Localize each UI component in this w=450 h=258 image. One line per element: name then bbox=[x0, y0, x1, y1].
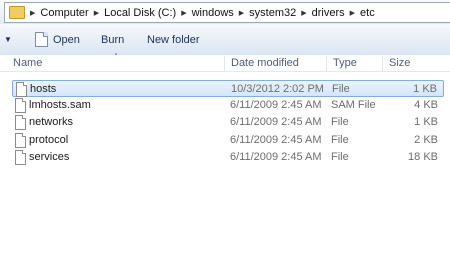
column-header-name[interactable]: Name bbox=[13, 55, 42, 71]
breadcrumb-label[interactable]: system32 bbox=[249, 7, 296, 19]
breadcrumb-label[interactable]: windows bbox=[192, 7, 234, 19]
file-row-hosts[interactable]: hosts 10/3/2012 2:02 PM File 1 KB bbox=[12, 80, 444, 97]
file-date-modified: 6/11/2009 2:45 AM bbox=[230, 116, 322, 128]
breadcrumb-etc[interactable]: etc bbox=[360, 7, 375, 19]
column-divider[interactable] bbox=[224, 56, 225, 71]
file-size: 1 KB bbox=[413, 83, 437, 95]
file-date-modified: 6/11/2009 2:45 AM bbox=[230, 99, 322, 111]
file-name: lmhosts.sam bbox=[29, 99, 91, 111]
file-row-protocol[interactable]: protocol 6/11/2009 2:45 AM File 2 KB bbox=[12, 132, 444, 149]
breadcrumb-system32[interactable]: system32 ▶ bbox=[249, 7, 311, 19]
file-date-modified: 10/3/2012 2:02 PM bbox=[231, 83, 324, 95]
breadcrumb-label[interactable]: Local Disk (C:) bbox=[104, 7, 176, 19]
breadcrumb-label[interactable]: drivers bbox=[312, 7, 345, 19]
new-folder-label: New folder bbox=[147, 33, 200, 46]
address-bar-area: ▶ Computer ▶ Local Disk (C:) ▶ windows ▶… bbox=[0, 0, 450, 25]
file-size: 4 KB bbox=[414, 99, 438, 111]
burn-label: Burn bbox=[101, 33, 125, 46]
chevron-right-icon[interactable]: ▶ bbox=[239, 9, 244, 17]
burn-button[interactable]: Burn bbox=[101, 24, 124, 55]
file-type: File bbox=[332, 83, 350, 95]
open-button[interactable]: Open bbox=[35, 24, 80, 55]
file-icon bbox=[15, 150, 26, 165]
chevron-right-icon[interactable]: ▶ bbox=[301, 9, 306, 17]
column-header-type[interactable]: Type bbox=[333, 55, 357, 71]
file-icon bbox=[16, 82, 27, 97]
breadcrumb-drivers[interactable]: drivers ▶ bbox=[312, 7, 360, 19]
column-header-date[interactable]: Date modified bbox=[231, 55, 299, 71]
column-header-size[interactable]: Size bbox=[389, 55, 410, 71]
file-name: services bbox=[29, 151, 70, 163]
address-bar[interactable]: ▶ Computer ▶ Local Disk (C:) ▶ windows ▶… bbox=[4, 2, 450, 23]
chevron-down-icon: ▼ bbox=[4, 35, 12, 44]
file-row-lmhosts[interactable]: lmhosts.sam 6/11/2009 2:45 AM SAM File 4… bbox=[12, 97, 444, 114]
file-date-modified: 6/11/2009 2:45 AM bbox=[230, 151, 322, 163]
command-bar: ▼ Open Burn New folder bbox=[0, 24, 450, 56]
chevron-right-icon[interactable]: ▶ bbox=[181, 9, 186, 17]
file-name: networks bbox=[29, 116, 74, 128]
breadcrumb-windows[interactable]: windows ▶ bbox=[192, 7, 250, 19]
file-name: hosts bbox=[30, 83, 57, 95]
breadcrumb-label[interactable]: Computer bbox=[40, 7, 88, 19]
file-name: protocol bbox=[29, 134, 69, 146]
file-type: SAM File bbox=[331, 99, 376, 111]
column-divider[interactable] bbox=[326, 56, 327, 71]
chevron-right-icon[interactable]: ▶ bbox=[350, 9, 355, 17]
breadcrumb-local-disk[interactable]: Local Disk (C:) ▶ bbox=[104, 7, 192, 19]
breadcrumb-label[interactable]: etc bbox=[360, 7, 375, 19]
document-icon bbox=[35, 32, 48, 47]
file-type: File bbox=[331, 116, 349, 128]
file-row-networks[interactable]: networks 6/11/2009 2:45 AM File 1 KB bbox=[12, 114, 444, 131]
column-divider[interactable] bbox=[382, 56, 383, 71]
file-type: File bbox=[331, 134, 349, 146]
organize-dropdown[interactable]: ▼ bbox=[4, 24, 12, 55]
new-folder-button[interactable]: New folder bbox=[147, 24, 200, 55]
file-row-services[interactable]: services 6/11/2009 2:45 AM File 18 KB bbox=[12, 149, 444, 166]
file-icon bbox=[15, 115, 26, 130]
breadcrumb-root[interactable]: ▶ bbox=[25, 9, 40, 17]
file-size: 18 KB bbox=[408, 151, 438, 163]
folder-icon bbox=[9, 6, 25, 19]
file-size: 2 KB bbox=[414, 134, 438, 146]
file-size: 1 KB bbox=[414, 116, 438, 128]
file-icon bbox=[15, 133, 26, 148]
open-label: Open bbox=[53, 33, 80, 46]
file-icon bbox=[15, 98, 26, 113]
chevron-right-icon[interactable]: ▶ bbox=[30, 9, 35, 17]
file-date-modified: 6/11/2009 2:45 AM bbox=[230, 134, 322, 146]
chevron-right-icon[interactable]: ▶ bbox=[94, 9, 99, 17]
file-type: File bbox=[331, 151, 349, 163]
column-header-row: Name Date modified Type Size bbox=[0, 55, 450, 72]
breadcrumb-computer[interactable]: Computer ▶ bbox=[40, 7, 104, 19]
